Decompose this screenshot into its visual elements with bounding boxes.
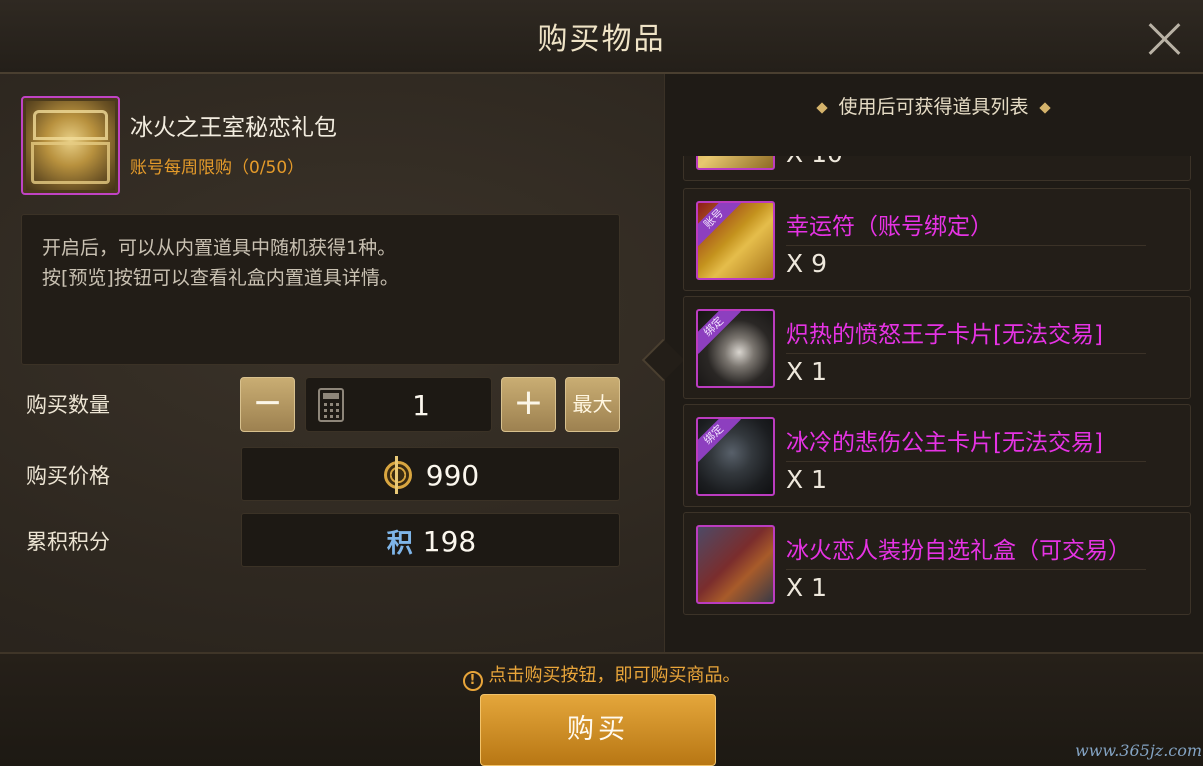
- quantity-label: 购买数量: [26, 393, 110, 417]
- coin-icon: [383, 456, 412, 494]
- reward-name: 冰冷的悲伤公主卡片[无法交易]: [786, 430, 1103, 456]
- description-line: 开启后，可以从内置道具中随机获得1种。: [42, 237, 397, 259]
- diamond-icon: [816, 101, 829, 114]
- reward-name: 幸运符（账号绑定）: [786, 214, 993, 240]
- points-label: 累积积分: [26, 530, 110, 554]
- increase-quantity-button[interactable]: +: [501, 377, 556, 432]
- list-item: 账号 幸运符（账号绑定） X 9: [683, 188, 1191, 291]
- list-item: 绑定 炽热的愤怒王子卡片[无法交易] X 1: [683, 296, 1191, 399]
- gift-chest-icon: [21, 96, 120, 195]
- reward-count: X 1: [786, 465, 827, 494]
- reward-count: X 1: [786, 357, 827, 386]
- reward-count: X 9: [786, 249, 827, 278]
- watermark: www.365jz.com: [1075, 741, 1203, 760]
- reward-name: 冰火恋人装扮自选礼盒（可交易）: [786, 538, 1131, 564]
- reward-list[interactable]: X 10 账号 幸运符（账号绑定） X 9 绑定 炽热的愤怒王子卡片[无法交易]…: [683, 156, 1191, 618]
- quantity-input[interactable]: [386, 378, 456, 433]
- exclamation-icon: !: [462, 671, 483, 691]
- costume-box-icon: [696, 525, 775, 604]
- price-label: 购买价格: [26, 464, 110, 488]
- reward-count: X 10: [786, 156, 843, 168]
- lucky-scroll-icon: 账号: [696, 201, 775, 280]
- item-name: 冰火之王室秘恋礼包: [130, 115, 337, 141]
- bound-tag: 绑定: [698, 311, 741, 354]
- gold-item-icon: [696, 156, 775, 170]
- item-description-box: 开启后，可以从内置道具中随机获得1种。 按[预览]按钮可以查看礼盒内置道具详情。: [21, 214, 620, 365]
- prince-card-icon: 绑定: [696, 309, 775, 388]
- quantity-stepper: [305, 377, 492, 433]
- bound-tag: 绑定: [698, 419, 741, 462]
- purchase-dialog: 购买物品 冰火之王室秘恋礼包 账号每周限购（0/50） 开启后，可以从内置道具中…: [0, 0, 1203, 766]
- reward-name: 炽热的愤怒王子卡片[无法交易]: [786, 322, 1103, 348]
- title-bar: 购买物品: [0, 0, 1203, 74]
- price-box: 990: [241, 447, 620, 501]
- list-item: X 10: [683, 156, 1191, 181]
- princess-card-icon: 绑定: [696, 417, 775, 496]
- item-description: 开启后，可以从内置道具中随机获得1种。 按[预览]按钮可以查看礼盒内置道具详情。: [42, 233, 399, 293]
- purchase-notice-text: 点击购买按钮，即可购买商品。: [488, 665, 741, 686]
- buy-button[interactable]: 购买: [480, 694, 716, 766]
- description-line: 按[预览]按钮可以查看礼盒内置道具详情。: [42, 267, 399, 289]
- list-item: 绑定 冰冷的悲伤公主卡片[无法交易] X 1: [683, 404, 1191, 507]
- reward-count: X 1: [786, 573, 827, 602]
- points-icon: 积: [386, 528, 413, 559]
- reward-list-title-text: 使用后可获得道具列表: [838, 96, 1029, 118]
- list-item: 冰火恋人装扮自选礼盒（可交易） X 1: [683, 512, 1191, 615]
- dialog-title: 购买物品: [537, 22, 666, 57]
- purchase-notice: ! 点击购买按钮，即可购买商品。: [0, 661, 1203, 691]
- points-value: 198: [422, 524, 477, 558]
- decrease-quantity-button[interactable]: −: [240, 377, 295, 432]
- purchase-limit: 账号每周限购（0/50）: [130, 158, 305, 178]
- max-quantity-button[interactable]: 最大: [565, 377, 620, 432]
- price-value: 990: [425, 458, 480, 492]
- diamond-icon: [1038, 101, 1051, 114]
- close-icon[interactable]: [1142, 16, 1188, 62]
- reward-list-title: 使用后可获得道具列表: [664, 92, 1203, 119]
- account-tag: 账号: [698, 203, 741, 246]
- calculator-icon[interactable]: [318, 388, 344, 422]
- points-box: 积 198: [241, 513, 620, 567]
